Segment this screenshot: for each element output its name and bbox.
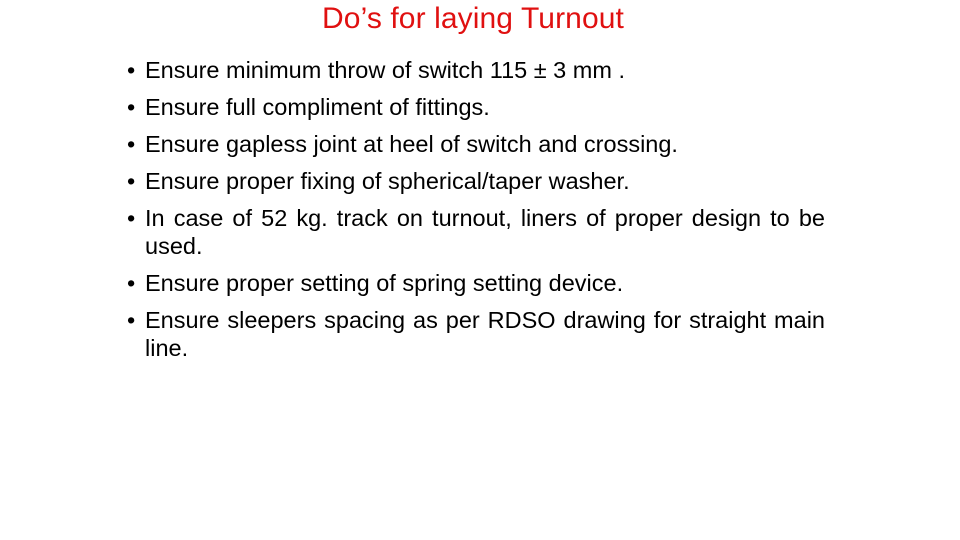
bullet-text: Ensure full compliment of fittings. [145,94,490,120]
bullet-icon: • [127,94,136,120]
bullet-icon: • [127,270,136,296]
bullet-item: • Ensure proper fixing of spherical/tape… [127,167,825,195]
bullet-item: • Ensure sleepers spacing as per RDSO dr… [127,306,825,362]
bullet-icon: • [127,168,136,194]
bullet-text: In case of 52 kg. track on turnout, line… [145,205,825,259]
bullet-text: Ensure proper fixing of spherical/taper … [145,168,630,194]
bullet-item: • In case of 52 kg. track on turnout, li… [127,204,825,260]
slide-title: Do’s for laying Turnout [322,2,624,35]
bullet-icon: • [127,307,136,333]
bullet-text: Ensure gapless joint at heel of switch a… [145,131,678,157]
bullet-text: Ensure sleepers spacing as per RDSO draw… [145,307,825,361]
bullet-list: • Ensure minimum throw of switch 115 ± 3… [127,56,825,371]
bullet-icon: • [127,57,136,83]
bullet-item: • Ensure gapless joint at heel of switch… [127,130,825,158]
bullet-icon: • [127,131,136,157]
bullet-text: Ensure minimum throw of switch 115 ± 3 m… [145,57,625,83]
bullet-text: Ensure proper setting of spring setting … [145,270,624,296]
bullet-item: • Ensure full compliment of fittings. [127,93,825,121]
bullet-item: • Ensure minimum throw of switch 115 ± 3… [127,56,825,84]
bullet-icon: • [127,205,136,231]
bullet-item: • Ensure proper setting of spring settin… [127,269,825,297]
